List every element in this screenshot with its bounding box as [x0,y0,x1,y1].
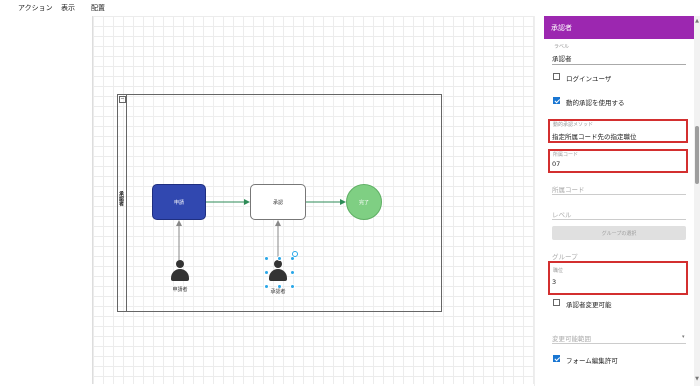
selection-handle[interactable] [290,270,295,275]
chevron-down-icon: ▾ [682,334,685,340]
dept-code-underline [552,194,686,195]
end-event[interactable]: 完了 [346,184,382,220]
method-select[interactable]: 指定所属コード先の指定職位 [552,131,637,141]
dynamic-approval-label: 動的承認を使用する [566,99,625,107]
group-field[interactable]: グループ [552,251,578,261]
label-caption: ラベル [554,44,570,50]
dynamic-approval-checkbox[interactable] [553,97,560,104]
position-field[interactable]: 3 [552,278,556,286]
task-approve-label: 承認 [272,199,283,206]
change-range-underline [552,343,686,344]
menu-action[interactable]: アクション [18,3,53,13]
left-margin [0,16,92,386]
applicant-label: 申請者 [172,287,188,293]
menu-view[interactable]: 表示 [61,3,75,13]
form-edit-checkbox[interactable] [553,355,560,362]
scroll-up-arrow-icon[interactable]: ▲ [694,18,700,24]
change-range-select[interactable]: 変更可能範囲 [552,333,591,343]
selection-handle[interactable] [264,270,269,275]
approver-label: 承認者 [270,289,286,295]
level-underline [552,219,686,220]
position-caption: 職位 [553,268,564,274]
scroll-down-arrow-icon[interactable]: ▼ [694,376,700,382]
scroll-thumb[interactable] [695,126,699,184]
login-user-checkbox[interactable] [553,73,560,80]
level-field[interactable]: レベル [552,209,572,219]
selection-handle[interactable] [264,256,269,261]
menu-bar: アクション 表示 配置 [0,0,544,16]
task-approve[interactable]: 承認 [250,184,306,220]
applicant-person-icon[interactable] [170,260,190,284]
rotate-handle[interactable] [292,251,298,257]
person-body [171,269,189,281]
end-event-label: 完了 [358,199,369,206]
label-underline [552,64,686,65]
login-user-label: ログインユーザ [566,75,612,83]
task-apply-label: 申請 [173,199,184,206]
person-head [176,260,184,268]
diagram-canvas[interactable]: − 承認者 申請 承認 完了 申請者 承認者 [92,16,535,384]
code-field[interactable]: 07 [552,160,560,168]
person-body [269,269,287,281]
approver-changeable-checkbox[interactable] [553,299,560,306]
label-field[interactable]: 承認者 [552,53,572,63]
code-caption: 所属コード [553,152,579,158]
highlight-position [548,261,688,295]
select-group-button[interactable]: グループの選択 [552,226,686,240]
panel-scrollbar[interactable]: ▲ ▼ [694,16,700,386]
task-apply[interactable]: 申請 [152,184,206,220]
selection-handle[interactable] [277,256,282,261]
dept-code-field[interactable]: 所属コード [552,184,585,194]
approver-changeable-label: 承認者変更可能 [566,301,612,309]
properties-panel: 承認者 ラベル 承認者 ログインユーザ 動的承認を使用する 動的承認メソッド 指… [544,16,694,386]
form-edit-label: フォーム編集許可 [566,357,618,365]
approver-person-icon[interactable] [268,260,288,284]
panel-title: 承認者 [544,16,694,39]
person-head [274,260,282,268]
method-caption: 動的承認メソッド [553,122,594,128]
menu-arrange[interactable]: 配置 [91,3,105,13]
